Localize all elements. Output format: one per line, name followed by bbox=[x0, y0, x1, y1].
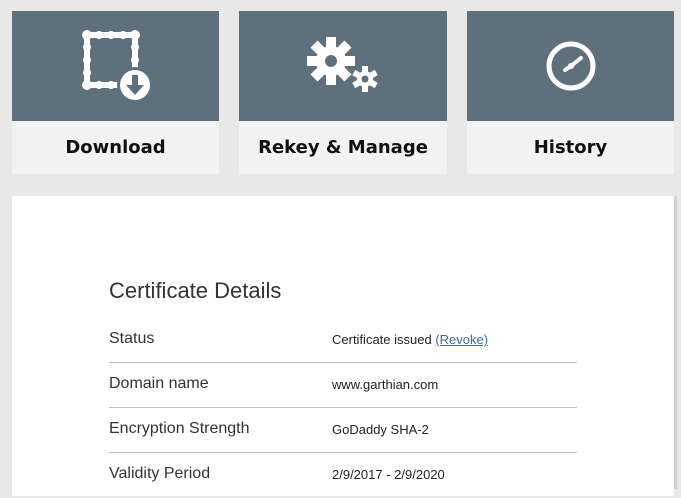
detail-row-status: Status Certificate issued (Revoke) bbox=[109, 318, 577, 363]
download-label: Download bbox=[12, 121, 219, 174]
status-value-wrapper: Certificate issued (Revoke) bbox=[332, 332, 488, 347]
status-label: Status bbox=[109, 330, 155, 347]
download-tile-header bbox=[12, 11, 219, 121]
certificate-details-panel: Certificate Details Status Certificate i… bbox=[12, 196, 674, 496]
detail-row-encryption: Encryption Strength GoDaddy SHA-2 bbox=[109, 408, 577, 453]
domain-value: www.garthian.com bbox=[332, 377, 439, 392]
rekey-manage-tile-header bbox=[239, 11, 447, 121]
rekey-manage-label: Rekey & Manage bbox=[239, 121, 447, 174]
history-tile-header bbox=[467, 11, 674, 121]
detail-row-domain: Domain name www.garthian.com bbox=[109, 363, 577, 408]
download-tile[interactable]: Download bbox=[12, 11, 219, 174]
action-tiles: Download Rekey & Manage History bbox=[12, 11, 674, 174]
validity-label: Validity Period bbox=[109, 465, 211, 482]
domain-label: Domain name bbox=[109, 375, 209, 392]
panel-edge bbox=[674, 196, 677, 489]
encryption-value: GoDaddy SHA-2 bbox=[332, 422, 429, 437]
rekey-manage-tile[interactable]: Rekey & Manage bbox=[239, 11, 447, 174]
encryption-label: Encryption Strength bbox=[109, 420, 250, 437]
clock-icon bbox=[546, 41, 595, 91]
history-tile[interactable]: History bbox=[467, 11, 674, 174]
revoke-link[interactable]: (Revoke) bbox=[435, 332, 488, 347]
validity-value: 2/9/2017 - 2/9/2020 bbox=[332, 467, 445, 482]
status-value: Certificate issued bbox=[332, 332, 436, 347]
certificate-download-icon bbox=[81, 30, 153, 103]
section-title: Certificate Details bbox=[109, 278, 282, 303]
gears-icon bbox=[307, 37, 378, 92]
history-label: History bbox=[467, 121, 674, 174]
detail-row-validity: Validity Period 2/9/2017 - 2/9/2020 bbox=[109, 453, 577, 498]
